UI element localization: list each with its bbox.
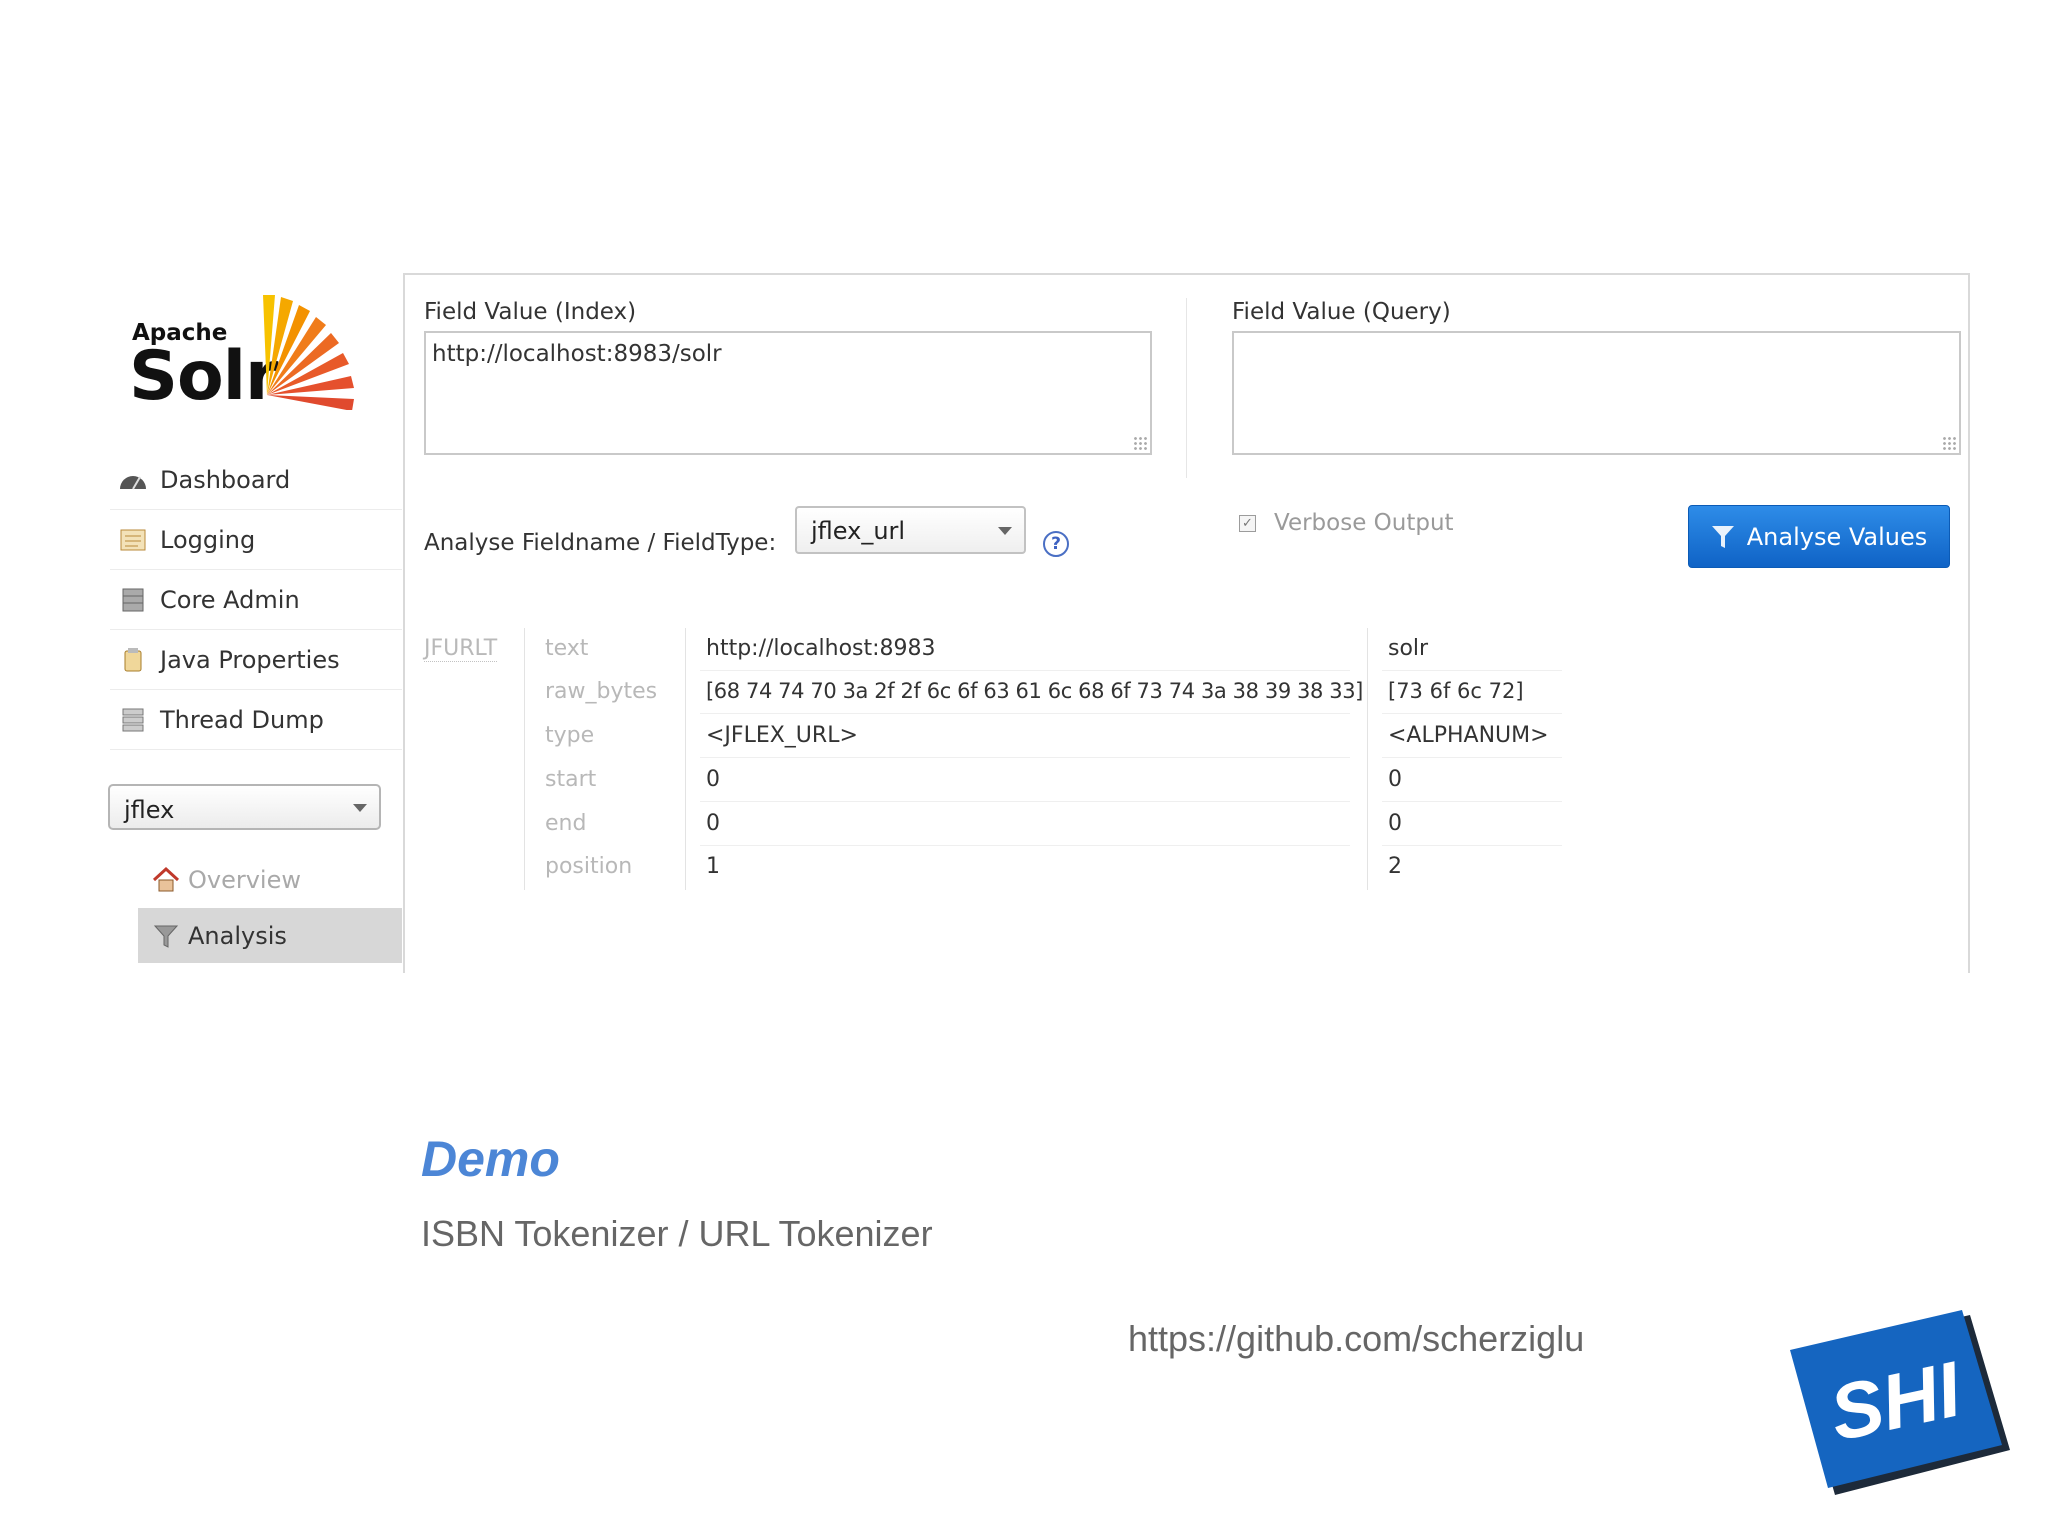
core-nav-label: Analysis bbox=[188, 921, 287, 950]
nav-item-label: Dashboard bbox=[160, 465, 291, 494]
token-2-start: 0 bbox=[1388, 767, 1402, 792]
apache-solr-logo[interactable]: Apache Solr bbox=[125, 285, 370, 420]
nav-item-label: Thread Dump bbox=[160, 705, 324, 734]
help-icon[interactable]: ? bbox=[1043, 531, 1069, 557]
attr-label-raw-bytes: raw_bytes bbox=[545, 679, 658, 704]
token-2-end: 0 bbox=[1388, 811, 1402, 836]
row-divider bbox=[700, 670, 1350, 671]
analyse-values-label: Analyse Values bbox=[1746, 522, 1928, 551]
funnel-icon bbox=[153, 925, 179, 948]
token-1-end: 0 bbox=[706, 811, 720, 836]
index-field-input[interactable]: http://localhost:8983/solr bbox=[424, 331, 1152, 455]
funnel-icon bbox=[1711, 525, 1734, 548]
thread-dump-icon bbox=[122, 708, 144, 731]
attr-label-position: position bbox=[545, 854, 633, 879]
row-divider bbox=[700, 845, 1350, 846]
column-divider bbox=[1367, 628, 1368, 890]
row-divider bbox=[700, 801, 1350, 802]
resize-grip-icon[interactable] bbox=[1133, 436, 1147, 450]
main-nav: Dashboard Logging Core Admin Java Proper… bbox=[110, 450, 402, 750]
slide-title: Demo bbox=[421, 1131, 560, 1187]
nav-item-logging[interactable]: Logging bbox=[110, 510, 402, 570]
query-field-label: Field Value (Query) bbox=[1232, 299, 1451, 325]
token-2-type: <ALPHANUM> bbox=[1388, 723, 1549, 748]
nav-item-java-properties[interactable]: Java Properties bbox=[110, 630, 402, 690]
index-field-value: http://localhost:8983/solr bbox=[432, 341, 722, 367]
chevron-down-icon bbox=[353, 804, 367, 812]
token-1-type: <JFLEX_URL> bbox=[706, 723, 858, 748]
token-2-position: 2 bbox=[1388, 854, 1402, 879]
github-link[interactable]: https://github.com/scherziglu bbox=[1128, 1318, 1584, 1360]
query-field-input[interactable] bbox=[1232, 331, 1961, 455]
token-1-raw-bytes: [68 74 74 70 3a 2f 2f 6c 6f 63 61 6c 68 … bbox=[706, 679, 1363, 703]
field-divider bbox=[1186, 298, 1187, 478]
home-icon bbox=[152, 866, 180, 891]
row-divider bbox=[1382, 757, 1562, 758]
solr-sun-icon bbox=[263, 295, 354, 410]
row-divider bbox=[700, 757, 1350, 758]
token-2-raw-bytes: [73 6f 6c 72] bbox=[1388, 679, 1524, 703]
nav-item-core-admin[interactable]: Core Admin bbox=[110, 570, 402, 630]
core-nav-overview[interactable]: Overview bbox=[138, 852, 402, 907]
token-1-start: 0 bbox=[706, 767, 720, 792]
row-divider bbox=[1382, 801, 1562, 802]
attr-label-text: text bbox=[545, 636, 589, 661]
fieldtype-value: jflex_url bbox=[811, 517, 906, 545]
nav-item-dashboard[interactable]: Dashboard bbox=[110, 450, 402, 510]
core-selector-value: jflex bbox=[124, 796, 175, 824]
token-1-text: http://localhost:8983 bbox=[706, 636, 936, 661]
nav-item-label: Java Properties bbox=[160, 645, 340, 674]
java-properties-icon bbox=[124, 647, 142, 671]
dashboard-icon bbox=[120, 475, 146, 490]
chevron-down-icon bbox=[998, 527, 1012, 535]
row-divider bbox=[1382, 845, 1562, 846]
index-field-label: Field Value (Index) bbox=[424, 299, 637, 325]
row-divider bbox=[1382, 670, 1562, 671]
nav-item-thread-dump[interactable]: Thread Dump bbox=[110, 690, 402, 750]
tokenizer-name[interactable]: JFURLT bbox=[424, 636, 498, 662]
token-2-text: solr bbox=[1388, 636, 1429, 661]
shi-logo: SHI bbox=[1790, 1310, 2010, 1495]
core-selector[interactable]: jflex bbox=[108, 784, 381, 830]
resize-grip-icon[interactable] bbox=[1942, 436, 1956, 450]
fieldtype-label: Analyse Fieldname / FieldType: bbox=[424, 530, 777, 556]
logging-icon bbox=[120, 529, 146, 550]
row-divider bbox=[1382, 713, 1562, 714]
verbose-output-checkbox[interactable]: ✓ bbox=[1239, 515, 1256, 532]
attr-label-type: type bbox=[545, 723, 595, 748]
core-admin-icon bbox=[122, 588, 144, 611]
core-nav-analysis[interactable]: Analysis bbox=[138, 908, 402, 963]
analyse-values-button[interactable]: Analyse Values bbox=[1688, 505, 1950, 568]
slide-subtitle: ISBN Tokenizer / URL Tokenizer bbox=[421, 1213, 933, 1254]
core-nav-label: Overview bbox=[188, 865, 301, 894]
column-divider bbox=[685, 628, 686, 890]
attr-label-start: start bbox=[545, 767, 597, 792]
nav-item-label: Core Admin bbox=[160, 585, 300, 614]
nav-item-label: Logging bbox=[160, 525, 256, 554]
row-divider bbox=[700, 713, 1350, 714]
verbose-output-label: Verbose Output bbox=[1274, 510, 1454, 536]
fieldtype-select[interactable]: jflex_url bbox=[795, 506, 1026, 554]
attr-label-end: end bbox=[545, 811, 587, 836]
column-divider bbox=[524, 628, 525, 890]
token-1-position: 1 bbox=[706, 854, 720, 879]
